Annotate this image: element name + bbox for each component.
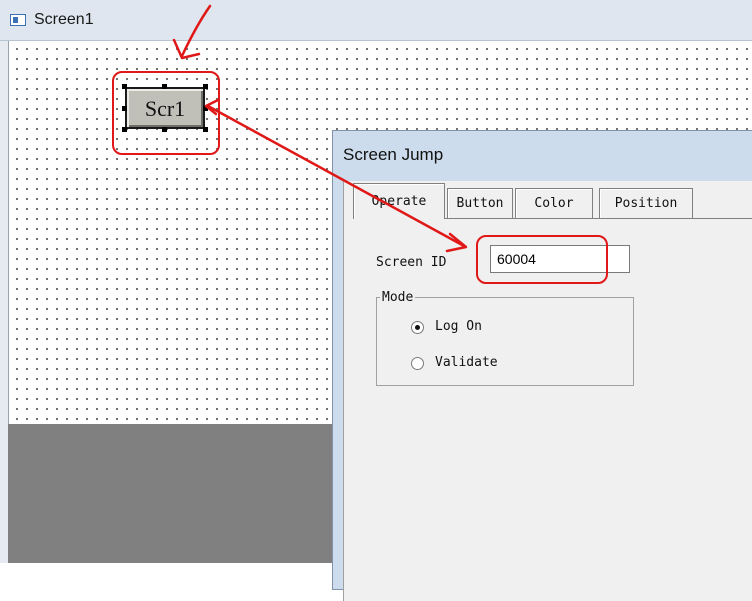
- annotation-arrow-top-shaft: [180, 4, 212, 58]
- annotation-arrows: [172, 4, 468, 253]
- annotation-arrow-connector-shaft: [206, 104, 466, 248]
